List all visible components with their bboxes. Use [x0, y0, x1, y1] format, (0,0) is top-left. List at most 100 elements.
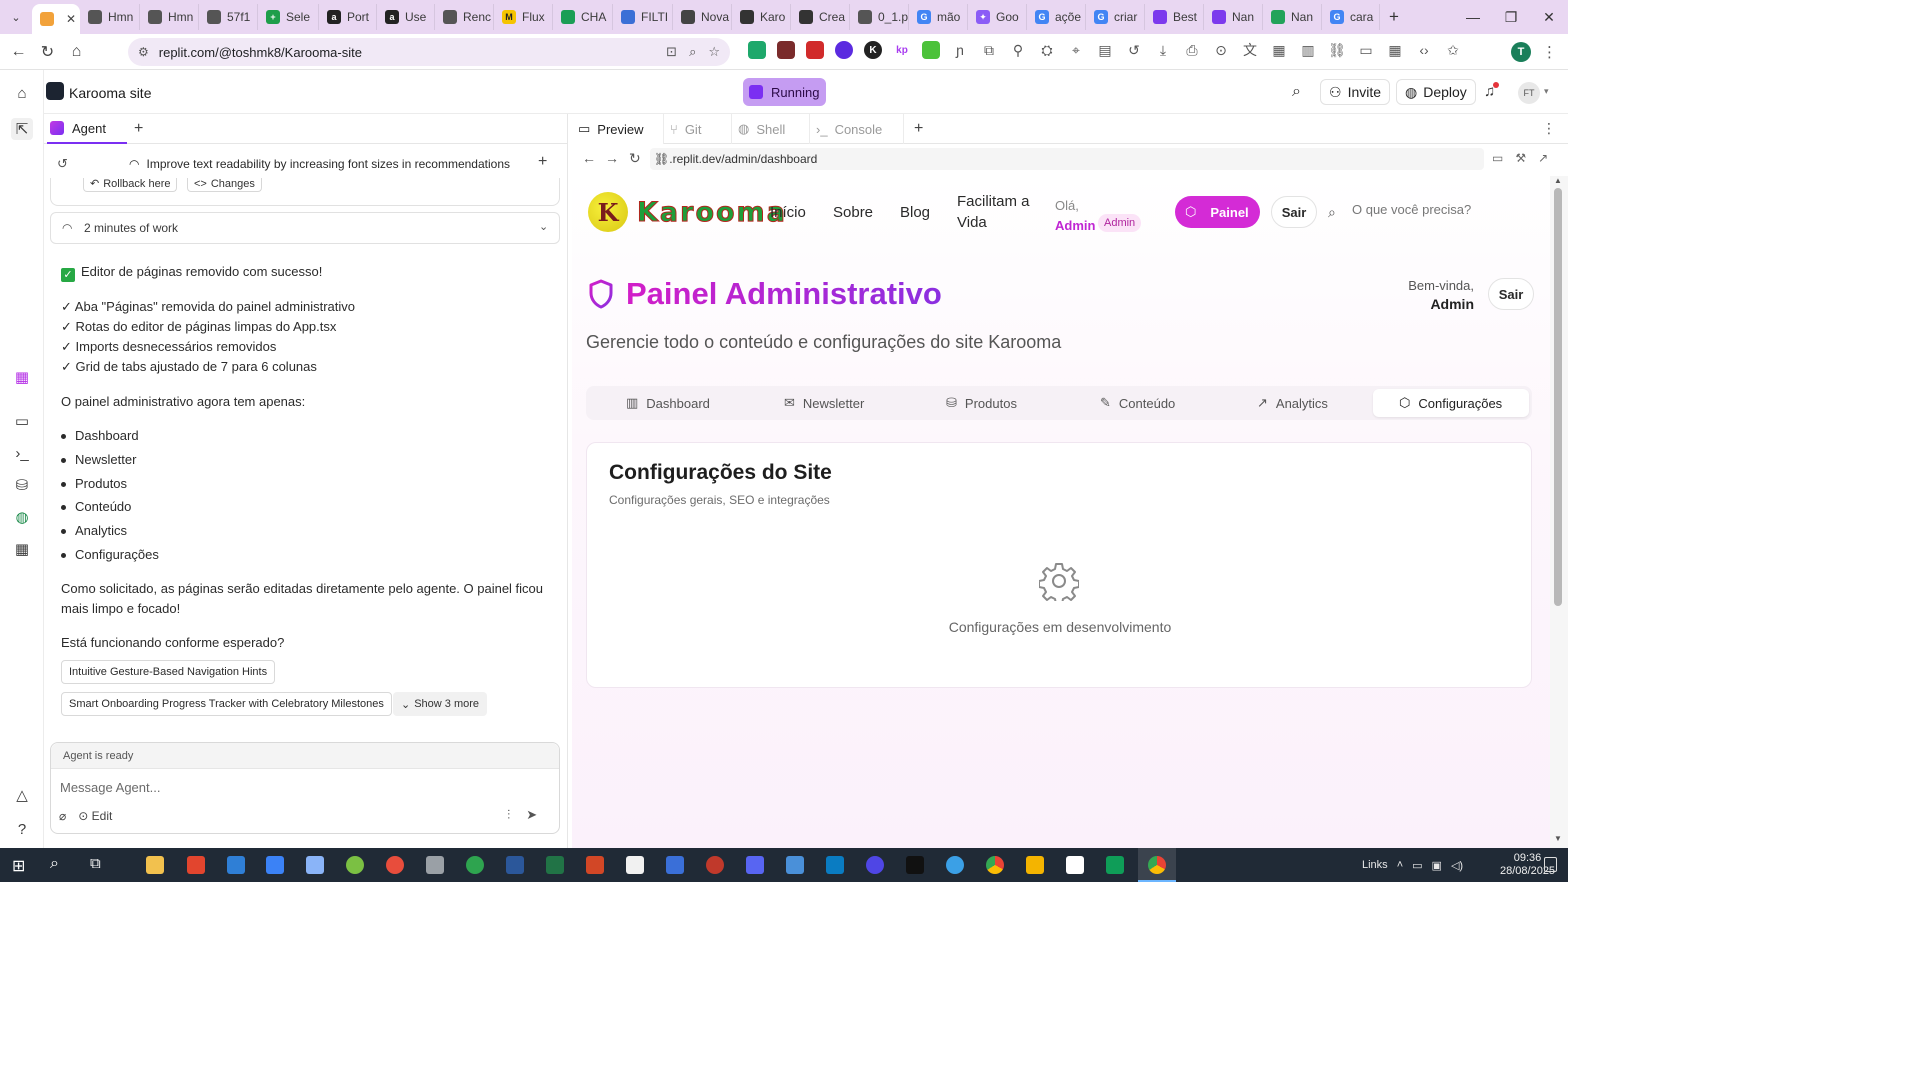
add-tab-button[interactable]: +: [914, 120, 923, 138]
windows-start-icon[interactable]: ⊞: [12, 856, 25, 876]
extension-icon[interactable]: K: [864, 41, 882, 59]
volume-icon[interactable]: ◁): [1451, 859, 1463, 872]
database-icon[interactable]: ⛁: [11, 474, 33, 496]
browser-tab[interactable]: M Flux: [494, 4, 553, 30]
chrome-icon[interactable]: [1148, 856, 1166, 874]
suggestion-chip[interactable]: Intuitive Gesture-Based Navigation Hints: [61, 660, 276, 684]
app-icon[interactable]: [946, 856, 964, 874]
run-status-button[interactable]: Running: [743, 78, 826, 106]
tab-dashboard[interactable]: ▥ Dashboard: [618, 389, 718, 417]
devices-icon[interactable]: ▭: [1492, 151, 1503, 165]
app-icon[interactable]: [826, 856, 844, 874]
new-chat-button[interactable]: +: [538, 153, 547, 171]
forward-arrow-icon[interactable]: →: [605, 150, 619, 166]
rollback-button[interactable]: ↶ Rollback here: [83, 178, 178, 192]
powerpoint-icon[interactable]: [586, 856, 604, 874]
browser-tab[interactable]: Gcara: [1322, 4, 1380, 30]
tab-git[interactable]: ⑂ Git: [664, 114, 732, 144]
reload-icon[interactable]: ↻: [629, 150, 641, 167]
project-name[interactable]: Karooma site: [69, 85, 151, 101]
file-explorer-icon[interactable]: [146, 856, 164, 874]
reload-icon[interactable]: ↻: [33, 42, 62, 62]
chevron-up-icon[interactable]: ˄: [1397, 859, 1403, 871]
browser-tab[interactable]: Nan: [1204, 4, 1263, 30]
extension-icon[interactable]: kp: [893, 41, 911, 59]
chevron-down-icon[interactable]: ▾: [1544, 86, 1549, 97]
download-icon[interactable]: ⤓: [1154, 41, 1172, 59]
shell-icon[interactable]: ›_: [11, 442, 33, 464]
logout-button[interactable]: Sair: [1271, 196, 1317, 228]
app-icon[interactable]: [1066, 856, 1084, 874]
home-icon[interactable]: ⌂: [11, 82, 33, 104]
extension-icon[interactable]: ɲ: [951, 41, 969, 59]
tab-preview[interactable]: ▭ Preview: [572, 114, 664, 144]
browser-tab[interactable]: a Port: [319, 4, 377, 30]
preview-monitor-icon[interactable]: ▭: [11, 410, 33, 432]
app-icon[interactable]: [306, 856, 324, 874]
restore-icon[interactable]: ❐: [1492, 0, 1530, 34]
back-arrow-icon[interactable]: ←: [4, 43, 33, 61]
app-icon[interactable]: [426, 856, 444, 874]
browser-tab[interactable]: 0_1.p: [850, 4, 909, 30]
word-icon[interactable]: [506, 856, 524, 874]
app-icon[interactable]: [1026, 856, 1044, 874]
all-tools-icon[interactable]: ▦: [11, 538, 33, 560]
browser-tab[interactable]: Karo: [732, 4, 791, 30]
tab-search-icon[interactable]: ⌄: [0, 0, 32, 34]
add-tab-button[interactable]: +: [134, 120, 143, 138]
attach-icon[interactable]: ⌀: [59, 809, 66, 823]
app-icon[interactable]: [386, 856, 404, 874]
message-input[interactable]: [60, 777, 540, 797]
extension-icon[interactable]: [748, 41, 766, 59]
reader-mode-icon[interactable]: ▥: [1299, 41, 1317, 59]
globe-icon[interactable]: ◍: [11, 506, 33, 528]
scroll-down-icon[interactable]: ▼: [1554, 834, 1562, 843]
tab-configuracoes[interactable]: ⬡ Configurações: [1373, 389, 1529, 417]
close-window-icon[interactable]: ✕: [1530, 0, 1568, 34]
google-drive-icon[interactable]: [1106, 856, 1124, 874]
history-icon[interactable]: ↺: [1125, 41, 1143, 59]
changes-button[interactable]: <> Changes: [187, 178, 262, 192]
invite-button[interactable]: ⚇ Invite: [1320, 79, 1391, 105]
nav-inicio-link[interactable]: Início: [770, 202, 806, 223]
browser-tab[interactable]: Renc: [435, 4, 494, 30]
search-icon[interactable]: ⌕: [50, 855, 59, 873]
nav-facilitam-link-line2[interactable]: Vida: [957, 212, 987, 233]
zoom-icon[interactable]: ⌕: [689, 44, 696, 60]
browser-tab[interactable]: FILTI: [613, 4, 673, 30]
app-icon[interactable]: [187, 856, 205, 874]
settings-sliders-icon[interactable]: ⫶: [507, 807, 510, 823]
puzzle-extensions-icon[interactable]: ⧉: [980, 41, 998, 59]
more-options-icon[interactable]: ⋮: [1542, 120, 1556, 137]
browser-tab[interactable]: 57f1: [199, 4, 258, 30]
notepad-icon[interactable]: [626, 856, 644, 874]
home-icon[interactable]: ⌂: [62, 43, 91, 61]
task-view-icon[interactable]: ⧉: [90, 855, 101, 872]
tab-shell[interactable]: ◍ Shell: [732, 114, 810, 144]
extension-icon[interactable]: [806, 41, 824, 59]
nav-sobre-link[interactable]: Sobre: [833, 202, 873, 223]
link-icon[interactable]: ⛓: [1328, 41, 1346, 59]
extension-icon[interactable]: [922, 41, 940, 59]
preview-url-bar[interactable]: ⛓.replit.dev/admin/dashboard: [650, 148, 1484, 170]
site-info-icon[interactable]: ⚙: [138, 45, 149, 59]
battery-icon[interactable]: ▭: [1412, 859, 1422, 872]
extension-icon[interactable]: [777, 41, 795, 59]
browser-tab[interactable]: Hmn: [80, 4, 140, 30]
bookmark-star-icon[interactable]: ☆: [708, 44, 720, 60]
address-url[interactable]: replit.com/@toshmk8/Karooma-site: [159, 45, 362, 60]
search-icon[interactable]: ⌕: [1328, 204, 1336, 221]
powershell-icon[interactable]: [666, 856, 684, 874]
favorites-icon[interactable]: ✩: [1444, 41, 1462, 59]
cast-icon[interactable]: ▭: [1357, 41, 1375, 59]
close-icon[interactable]: ✕: [66, 12, 76, 26]
browser-tab[interactable]: Best: [1145, 4, 1204, 30]
profile-avatar[interactable]: T: [1511, 42, 1531, 62]
app-icon[interactable]: [706, 856, 724, 874]
site-logo[interactable]: K Karooma: [588, 192, 787, 232]
nav-blog-link[interactable]: Blog: [900, 202, 930, 223]
table-icon[interactable]: ▦: [1386, 41, 1404, 59]
devtools-wrench-icon[interactable]: ⚒: [1515, 151, 1526, 165]
browser-tab-active[interactable]: ✕: [32, 4, 80, 34]
browser-tab[interactable]: Gmão: [909, 4, 968, 30]
